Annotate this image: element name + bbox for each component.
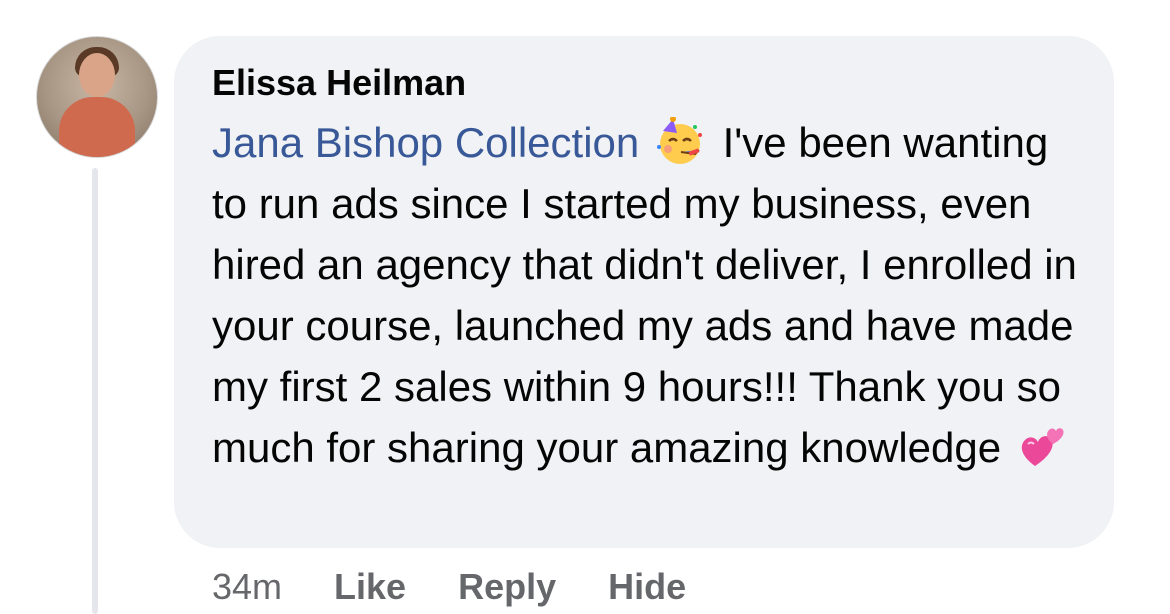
comment-text: I've been wanting to run ads since I sta… — [212, 119, 1077, 471]
comment-timestamp[interactable]: 34m — [212, 566, 282, 608]
avatar-face — [79, 53, 115, 97]
hide-button[interactable]: Hide — [608, 566, 686, 608]
mention-link[interactable]: Jana Bishop Collection — [212, 119, 639, 166]
avatar-body — [59, 97, 135, 157]
comment-actions: 34m Like Reply Hide — [212, 562, 738, 612]
reply-button[interactable]: Reply — [458, 566, 556, 608]
two-hearts-emoji-icon — [1021, 428, 1064, 466]
comment-author[interactable]: Elissa Heilman — [212, 62, 466, 104]
thread-line — [92, 168, 98, 614]
like-button[interactable]: Like — [334, 566, 406, 608]
avatar[interactable] — [36, 36, 158, 158]
partying-face-emoji-icon — [656, 117, 702, 164]
comment-body: Jana Bishop Collection I've been wanting… — [212, 112, 1092, 478]
